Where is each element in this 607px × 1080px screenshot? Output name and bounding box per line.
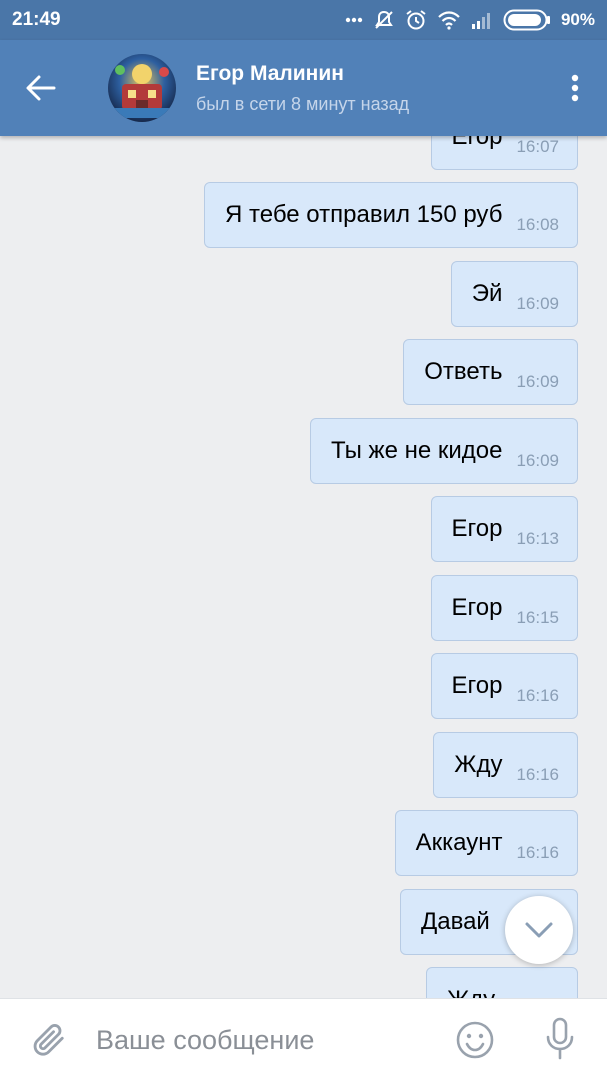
battery-percentage: 90% — [560, 10, 595, 29]
wifi-icon — [438, 11, 460, 30]
status-bar: 21:49 90% — [0, 0, 607, 40]
contact-name[interactable]: Егор Малинин — [196, 62, 344, 86]
chat-header: Егор Малинин был в сети 8 минут назад — [0, 40, 607, 136]
message-time: 16:08 — [516, 215, 559, 234]
message-time: 16:13 — [516, 529, 559, 548]
status-icons: 90% — [345, 7, 595, 33]
paperclip-icon — [33, 1024, 64, 1056]
dots-icon — [345, 17, 363, 23]
message-text: Егор — [451, 136, 503, 150]
alarm-icon — [406, 10, 426, 30]
message-bubble[interactable]: Егор 16:07 — [430, 136, 578, 170]
message-text: Егор — [451, 515, 503, 542]
message-bubble[interactable]: Аккаунт 16:16 — [394, 810, 578, 876]
message-text: Егор — [451, 594, 503, 621]
battery-icon — [503, 9, 550, 31]
back-button[interactable] — [20, 68, 60, 108]
message-time: 16:16 — [516, 843, 559, 862]
emoji-button[interactable] — [452, 1017, 498, 1063]
message-text: Жду — [447, 986, 495, 998]
message-time: 16:15 — [516, 608, 559, 627]
message-input[interactable] — [96, 1019, 426, 1061]
scroll-to-bottom-button[interactable] — [505, 896, 573, 964]
message-time: 16:09 — [516, 372, 559, 391]
contact-last-seen: был в сети 8 минут назад — [196, 94, 410, 114]
voice-message-button[interactable] — [538, 1015, 582, 1063]
message-text: Жду — [454, 751, 503, 778]
more-menu-button[interactable] — [565, 68, 585, 108]
chevron-down-icon — [525, 922, 553, 938]
message-time: 16:07 — [516, 137, 559, 156]
microphone-icon — [546, 1017, 574, 1060]
avatar-image — [108, 54, 176, 122]
message-text: Эй — [471, 280, 503, 307]
message-text: Давай — [421, 908, 490, 935]
message-time: 16:09 — [516, 294, 559, 313]
message-text: Ты же не кидое — [330, 437, 503, 464]
back-arrow-icon — [26, 75, 56, 101]
message-bubble[interactable]: Егор 16:16 — [430, 653, 578, 719]
mute-icon — [375, 10, 393, 29]
message-bubble[interactable]: Ты же не кидое 16:09 — [309, 418, 578, 484]
message-time: 16:16 — [516, 765, 559, 784]
message-text: Ответь — [424, 358, 503, 385]
message-bubble[interactable]: Жду 16:16 — [433, 732, 578, 798]
message-text: Аккаунт — [415, 829, 503, 856]
message-list[interactable]: Егор 16:07 Я тебе отправил 150 руб 16:08… — [0, 136, 607, 998]
message-text: Егор — [451, 672, 503, 699]
signal-icon — [471, 13, 490, 29]
message-bubble[interactable]: Егор 16:15 — [430, 575, 578, 641]
message-bubble[interactable]: Ответь 16:09 — [403, 339, 578, 405]
message-bubble[interactable]: Эй 16:09 — [450, 261, 578, 327]
more-vertical-icon — [571, 74, 579, 102]
message-time: 16:16 — [516, 686, 559, 705]
avatar[interactable] — [108, 54, 176, 122]
message-composer — [0, 998, 607, 1080]
message-time: 16:09 — [516, 451, 559, 470]
message-text: Я тебе отправил 150 руб — [225, 201, 503, 228]
smile-icon — [456, 1021, 494, 1059]
attach-button[interactable] — [26, 1017, 70, 1061]
message-bubble[interactable]: Жду — [426, 967, 578, 998]
status-time: 21:49 — [12, 9, 61, 30]
message-bubble[interactable]: Егор 16:13 — [430, 496, 578, 562]
message-bubble[interactable]: Я тебе отправил 150 руб 16:08 — [204, 182, 578, 248]
